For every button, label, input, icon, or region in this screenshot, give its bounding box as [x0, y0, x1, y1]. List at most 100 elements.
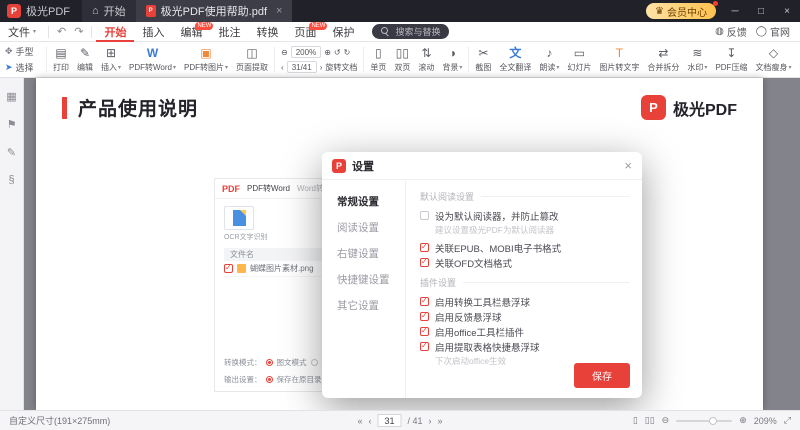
single-page-button[interactable]: ▯ 单页 [366, 42, 390, 77]
hand-tool-label: 手型 [16, 45, 34, 58]
close-button[interactable]: × [774, 0, 800, 22]
setting-convert-floatball[interactable]: 启用转换工具栏悬浮球 [420, 294, 630, 309]
slideshow-button[interactable]: ▭ 幻灯片 [563, 42, 595, 77]
printer-icon: ▤ [55, 47, 66, 60]
minimize-button[interactable]: ─ [722, 0, 748, 22]
page-number-input[interactable]: 31 [377, 414, 401, 427]
double-page-view-icon[interactable]: ▯▯ [645, 415, 655, 426]
embed-output-label: 输出设置： [224, 374, 262, 385]
zoom-out-icon[interactable]: ⊖ [662, 415, 670, 426]
save-button[interactable]: 保存 [574, 363, 630, 388]
ribbon-tab-edit[interactable]: 编辑 NEW [172, 22, 210, 42]
membership-button[interactable]: ♛ 会员中心 [646, 3, 716, 19]
settings-nav-other[interactable]: 其它设置 [322, 292, 405, 318]
edit-button[interactable]: ✎ 编辑 [73, 42, 97, 77]
checkbox-checked-icon[interactable] [420, 342, 429, 351]
page-indicator[interactable]: 31/41 [287, 61, 317, 73]
single-page-view-icon[interactable]: ▯ [633, 415, 638, 426]
settings-nav-shortcuts[interactable]: 快捷键设置 [322, 266, 405, 292]
search-box[interactable]: 搜索与替换 [372, 24, 449, 39]
merge-split-label: 合并拆分 [647, 62, 679, 73]
setting-epub-mobi[interactable]: 关联EPUB、MOBI电子书格式 [420, 240, 630, 255]
zoom-slider[interactable] [676, 420, 732, 422]
page-extract-button[interactable]: ◫ 页面提取 [232, 42, 272, 77]
slideshow-icon: ▭ [574, 47, 585, 60]
double-page-button[interactable]: ▯▯ 双页 [390, 42, 414, 77]
rotate-right-icon[interactable]: ↻ [344, 48, 351, 57]
ribbon-tab-home[interactable]: 开始 [96, 22, 134, 42]
merge-split-button[interactable]: ⇄ 合并拆分 [643, 42, 683, 77]
background-label: 背景 [442, 62, 458, 73]
checkbox-checked-icon[interactable] [420, 327, 429, 336]
undo-icon[interactable]: ↶ [53, 25, 70, 38]
insert-button[interactable]: ⊞ 插入▾ [97, 42, 125, 77]
single-page-label: 单页 [370, 62, 386, 73]
ribbon-tab-convert[interactable]: 转换 [248, 22, 286, 42]
comments-icon[interactable]: ✎ [7, 146, 16, 159]
thumbnails-icon[interactable]: ▦ [6, 90, 16, 103]
fullscreen-icon[interactable]: ⤢ [784, 415, 791, 426]
settings-nav-context-menu[interactable]: 右键设置 [322, 240, 405, 266]
pdf-compress-button[interactable]: ↧ PDF压缩 [711, 42, 751, 77]
hand-tool-button[interactable]: ✥ 手型 [5, 45, 44, 58]
document-tab-close-icon[interactable]: × [276, 5, 282, 17]
prev-page-icon[interactable]: ‹ [281, 63, 284, 72]
settings-dialog-title: 设置 [352, 158, 374, 174]
setting-table-extract[interactable]: 启用提取表格快捷悬浮球 [420, 339, 630, 354]
zoom-slider-thumb[interactable] [709, 417, 717, 425]
read-aloud-button[interactable]: ♪ 朗读▾ [535, 42, 563, 77]
ribbon-tab-insert[interactable]: 插入 [134, 22, 172, 42]
redo-icon[interactable]: ↷ [70, 25, 87, 38]
setting-feedback-floatball[interactable]: 启用反馈悬浮球 [420, 309, 630, 324]
document-title: 产品使用说明 [78, 94, 198, 121]
watermark-button[interactable]: ≋ 水印▾ [683, 42, 711, 77]
print-button[interactable]: ▤ 打印 [49, 42, 73, 77]
pdf-to-word-button[interactable]: W PDF转Word▾ [125, 42, 180, 77]
document-icon [233, 210, 246, 226]
next-page-icon[interactable]: › [320, 63, 323, 72]
first-page-icon[interactable]: « [357, 416, 362, 426]
ribbon-tab-protect[interactable]: 保护 [324, 22, 362, 42]
select-tool-button[interactable]: ➤ 选择 [5, 61, 44, 74]
setting-ofd[interactable]: 关联OFD文档格式 [420, 255, 630, 270]
ribbon-tab-page[interactable]: 页面 NEW [286, 22, 324, 42]
file-menu[interactable]: 文件 ▾ [0, 24, 44, 40]
titlebar-tab-home[interactable]: ⌂ 开始 [82, 0, 136, 22]
zoom-in-icon[interactable]: ⊕ [324, 48, 331, 57]
checkbox-icon[interactable] [420, 211, 429, 220]
settings-nav-reading[interactable]: 阅读设置 [322, 214, 405, 240]
last-page-icon[interactable]: » [438, 416, 443, 426]
checkbox-checked-icon[interactable] [420, 297, 429, 306]
checkbox-checked-icon[interactable] [420, 258, 429, 267]
image-to-text-button[interactable]: T 图片转文字 [595, 42, 643, 77]
setting-office-plugin[interactable]: 启用office工具栏插件 [420, 324, 630, 339]
merge-split-icon: ⇄ [658, 47, 668, 60]
scroll-mode-button[interactable]: ⇅ 滚动 [414, 42, 438, 77]
translate-button[interactable]: 文 全文翻译 [495, 42, 535, 77]
doc-slim-button[interactable]: ◇ 文档瘦身▾ [751, 42, 795, 77]
zoom-value[interactable]: 200% [291, 46, 321, 58]
website-button[interactable]: ◯ 官网 [756, 24, 790, 39]
zoom-out-icon[interactable]: ⊖ [281, 48, 288, 57]
attachments-icon[interactable]: § [8, 174, 14, 186]
next-page-icon[interactable]: › [429, 416, 432, 426]
maximize-button[interactable]: □ [748, 0, 774, 22]
checkbox-checked-icon[interactable] [420, 243, 429, 252]
checkbox-checked-icon[interactable] [420, 312, 429, 321]
zoom-percentage[interactable]: 209% [754, 416, 777, 426]
feedback-button[interactable]: ◍ 反馈 [715, 24, 747, 39]
background-button[interactable]: ◑ 背景▾ [438, 42, 466, 77]
setting-default-reader[interactable]: 设为默认阅读器，并防止篡改 [420, 208, 630, 223]
previous-page-icon[interactable]: ‹ [368, 416, 371, 426]
bookmarks-icon[interactable]: ⚑ [7, 118, 17, 131]
search-highlight-button[interactable]: 搜索高亮 [795, 42, 800, 77]
settings-nav-general[interactable]: 常规设置 [322, 188, 405, 214]
rotate-doc-label[interactable]: 旋转文档 [325, 62, 357, 73]
rotate-left-icon[interactable]: ↺ [334, 48, 341, 57]
ribbon-tab-annotate[interactable]: 批注 [210, 22, 248, 42]
dialog-close-icon[interactable]: × [624, 158, 632, 173]
pdf-to-image-button[interactable]: ▣ PDF转图片▾ [180, 42, 232, 77]
zoom-in-icon[interactable]: ⊕ [739, 415, 747, 426]
titlebar-tab-document[interactable]: P 极光PDF使用帮助.pdf × [136, 0, 293, 22]
screenshot-button[interactable]: ✂ 截图 [471, 42, 495, 77]
